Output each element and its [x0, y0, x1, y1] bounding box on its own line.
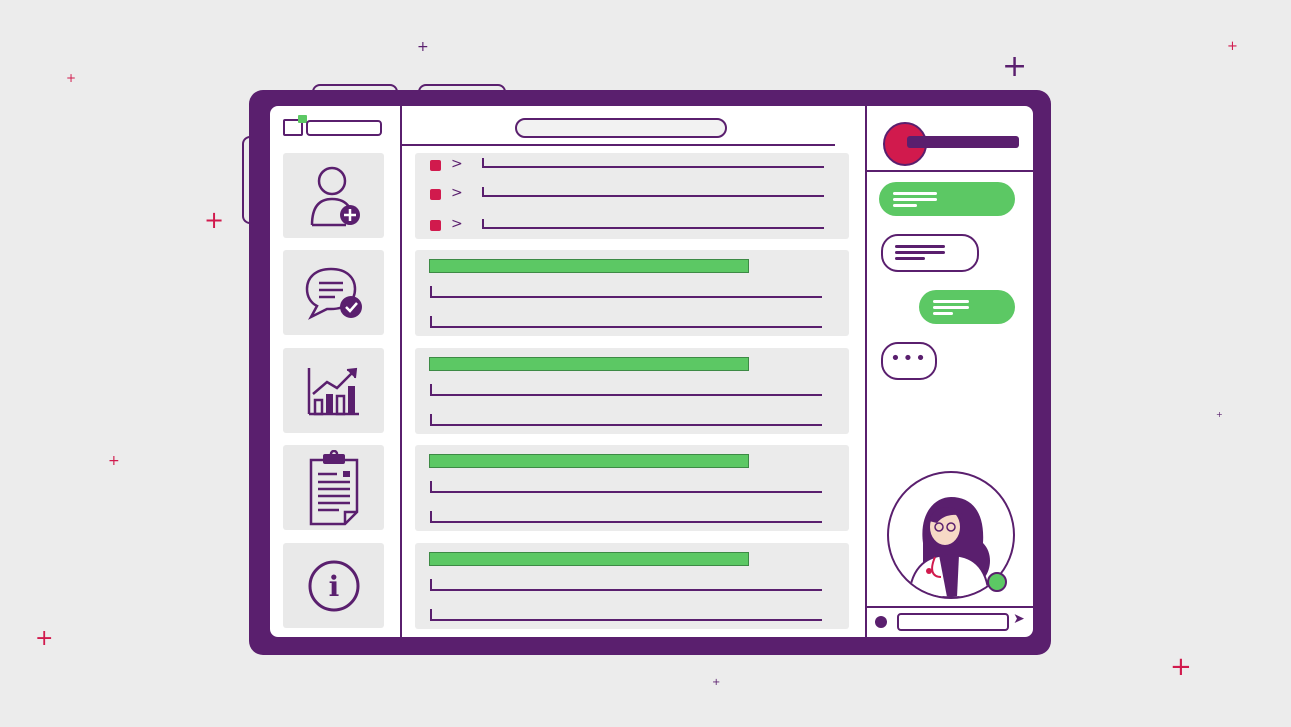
record-title-bar [429, 259, 749, 273]
list-item[interactable] [482, 158, 824, 168]
chart-growth-icon [307, 367, 359, 415]
list-item[interactable] [482, 187, 824, 197]
status-marker [430, 160, 441, 171]
sparkle: + [1216, 410, 1223, 419]
header-divider [402, 144, 835, 146]
sparkle: + [712, 677, 721, 688]
chat-check-icon [305, 267, 362, 320]
nav-item-reports[interactable] [283, 445, 384, 530]
record-card[interactable] [415, 250, 849, 336]
clipboard-icon [309, 449, 358, 525]
chevron-right-icon[interactable]: > [451, 217, 463, 231]
record-title-bar [429, 552, 749, 566]
chat-bubble-incoming [881, 234, 979, 272]
record-line [430, 481, 822, 493]
record-card[interactable] [415, 445, 849, 531]
chat-input-divider [867, 606, 1033, 608]
message-input[interactable] [897, 613, 1009, 631]
nav-item-info[interactable]: i [283, 543, 384, 628]
status-marker [430, 220, 441, 231]
record-line [430, 511, 822, 523]
record-line [430, 316, 822, 328]
app-logo-icon [283, 115, 307, 136]
nav-item-messages[interactable] [283, 250, 384, 335]
send-icon[interactable]: ➤ [1013, 611, 1025, 627]
smiley-icon[interactable] [875, 616, 887, 628]
app-name-placeholder [306, 120, 382, 136]
record-title-bar [429, 357, 749, 371]
record-line [430, 414, 822, 426]
info-icon: i [308, 560, 359, 611]
chat-bubble-incoming [879, 182, 1015, 216]
record-line [430, 286, 822, 298]
sparkle: + [417, 39, 429, 55]
sparkle: + [204, 206, 225, 234]
list-item[interactable] [482, 219, 824, 229]
add-user-icon [310, 166, 360, 226]
sparkle: + [108, 453, 120, 469]
contact-name-placeholder [907, 136, 1019, 148]
sparkle: + [35, 626, 54, 651]
chat-panel: ••• ➤ [865, 106, 1033, 637]
sparkle: + [1170, 652, 1192, 682]
status-marker [430, 189, 441, 200]
record-card[interactable] [415, 543, 849, 629]
record-card[interactable] [415, 348, 849, 434]
sparkle: + [1002, 49, 1028, 84]
chat-header-divider [867, 170, 1033, 172]
chat-bubble-outgoing [919, 290, 1015, 324]
search-input[interactable] [515, 118, 727, 138]
sparkle: + [1227, 39, 1238, 54]
chevron-right-icon[interactable]: > [451, 186, 463, 200]
info-glyph: i [328, 570, 339, 603]
record-title-bar [429, 454, 749, 468]
sparkle: + [66, 71, 77, 85]
online-status-dot [987, 572, 1007, 592]
nav-item-users[interactable] [283, 153, 384, 238]
record-line [430, 609, 822, 621]
list-card: > > > [415, 153, 849, 239]
sidebar: i [270, 106, 402, 637]
record-line [430, 384, 822, 396]
record-line [430, 579, 822, 591]
nav-item-analytics[interactable] [283, 348, 384, 433]
app-screen: i > > > ••• ➤ [270, 106, 1033, 637]
chevron-right-icon[interactable]: > [451, 157, 463, 171]
typing-indicator: ••• [881, 342, 937, 380]
